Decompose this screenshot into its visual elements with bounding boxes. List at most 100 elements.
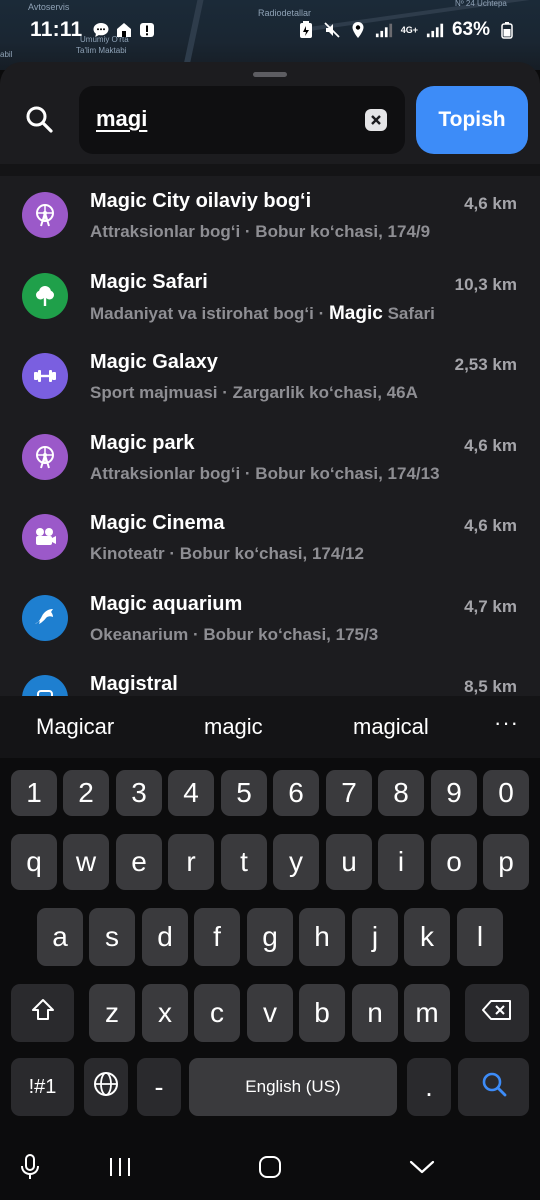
signal-icon [375, 21, 393, 39]
result-distance: 10,3 km [454, 274, 517, 294]
key[interactable]: l [457, 908, 503, 966]
key[interactable]: u [326, 834, 372, 890]
key[interactable]: g [247, 908, 293, 966]
result-subtitle: Sport majmuasi · Zargarlik ko‘chasi, 46A [90, 383, 418, 402]
key[interactable]: t [221, 834, 267, 890]
key[interactable]: 9 [431, 770, 477, 816]
backspace-key[interactable] [465, 984, 529, 1042]
location-icon [349, 21, 367, 39]
chevron-down-icon[interactable] [407, 1152, 437, 1182]
mute-icon [323, 21, 341, 39]
language-key[interactable] [84, 1058, 128, 1116]
suggestion-bar: Magicar magic magical ··· [0, 696, 540, 758]
result-item[interactable]: Magistral 8,5 km [0, 659, 540, 696]
result-title: Magic park [90, 431, 195, 454]
search-input[interactable]: magi [79, 86, 405, 154]
result-item[interactable]: Magic Galaxy 2,53 km Sport majmuasi · Za… [0, 337, 540, 418]
result-item[interactable]: Magic Safari 10,3 km Madaniyat va istiro… [0, 257, 540, 338]
result-title: Magic Cinema [90, 512, 225, 534]
key[interactable]: d [142, 908, 188, 966]
place-icon [22, 675, 68, 696]
result-title: Magic aquarium [90, 592, 243, 615]
result-distance: 4,7 km [464, 596, 517, 616]
key[interactable]: f [194, 908, 240, 966]
result-subtitle-highlight: Magic [328, 302, 383, 324]
period-key[interactable]: . [407, 1058, 451, 1116]
chat-icon [92, 21, 110, 39]
dolphin-icon [22, 594, 68, 641]
key[interactable]: o [431, 834, 477, 890]
dash-key[interactable]: - [137, 1058, 181, 1116]
network-type: 4G+ [400, 24, 418, 35]
battery-saver-icon [297, 21, 315, 39]
suggestion-item[interactable]: magic [204, 714, 263, 740]
space-key[interactable]: English (US) [189, 1058, 397, 1116]
result-distance: 2,53 km [454, 355, 517, 374]
more-suggestions-button[interactable]: ··· [494, 710, 519, 736]
result-distance: 4,6 km [464, 516, 517, 535]
key[interactable]: n [352, 984, 398, 1042]
clear-search-icon[interactable] [365, 109, 387, 131]
key[interactable]: 2 [63, 770, 109, 816]
find-button[interactable]: Topish [416, 86, 528, 154]
result-distance: 4,6 km [464, 194, 517, 213]
suggestion-item[interactable]: Magicar [36, 714, 114, 740]
key[interactable]: a [37, 908, 83, 966]
result-subtitle: Kinoteatr · Bobur ko‘chasi, 174/12 [90, 544, 364, 563]
sheet-drag-handle[interactable] [253, 72, 287, 77]
result-distance: 8,5 km [464, 677, 517, 696]
ferris-wheel-icon [22, 433, 68, 480]
key[interactable]: 0 [483, 770, 529, 816]
tree-icon [22, 272, 68, 319]
result-subtitle: Attraksionlar bog‘i · Bobur ko‘chasi, 17… [90, 222, 431, 241]
key[interactable]: p [483, 834, 529, 890]
home-icon[interactable] [255, 1152, 285, 1182]
search-key[interactable] [458, 1058, 529, 1116]
key[interactable]: y [273, 834, 319, 890]
key[interactable]: v [247, 984, 293, 1042]
search-bar: magi Topish [0, 84, 540, 156]
key[interactable]: 7 [326, 770, 372, 816]
key[interactable]: s [89, 908, 135, 966]
battery-percent: 63% [451, 19, 490, 40]
key[interactable]: j [352, 908, 398, 966]
navigation-bar [0, 1132, 540, 1200]
result-subtitle: Madaniyat va istirohat bog‘i · Magic Saf… [90, 303, 435, 325]
symbols-key[interactable]: !#1 [11, 1058, 74, 1116]
microphone-icon[interactable] [15, 1152, 45, 1182]
key[interactable]: 3 [116, 770, 162, 816]
key[interactable]: 5 [221, 770, 267, 816]
result-distance: 4,6 km [464, 435, 517, 455]
result-item[interactable]: Magic park 4,6 km Attraksionlar bog‘i · … [0, 418, 540, 499]
key[interactable]: c [194, 984, 240, 1042]
key[interactable]: 4 [168, 770, 214, 816]
key[interactable]: 1 [11, 770, 57, 816]
key[interactable]: 8 [378, 770, 424, 816]
result-subtitle-suffix: Safari [382, 303, 435, 323]
suggestion-item[interactable]: magical [353, 714, 429, 740]
recent-apps-icon[interactable] [105, 1152, 135, 1182]
key[interactable]: k [404, 908, 450, 966]
key[interactable]: b [299, 984, 345, 1042]
result-item[interactable]: Magic Cinema 4,6 km Kinoteatr · Bobur ko… [0, 498, 540, 579]
status-bar: 11:11 4G+ 63% [0, 0, 540, 60]
key[interactable]: w [63, 834, 109, 890]
result-item[interactable]: Magic aquarium 4,7 km Okeanarium · Bobur… [0, 579, 540, 660]
key[interactable]: h [299, 908, 345, 966]
search-input-value: magi [96, 106, 148, 131]
backspace-icon [481, 998, 513, 1029]
key[interactable]: q [11, 834, 57, 890]
result-subtitle: Attraksionlar bog‘i · Bobur ko‘chasi, 17… [90, 463, 440, 483]
key[interactable]: z [89, 984, 135, 1042]
key[interactable]: m [404, 984, 450, 1042]
shift-key[interactable] [11, 984, 74, 1042]
key[interactable]: i [378, 834, 424, 890]
key[interactable]: 6 [273, 770, 319, 816]
alert-icon [138, 21, 156, 39]
film-camera-icon [22, 514, 68, 560]
result-item[interactable]: Magic City oilaviy bog‘i 4,6 km Attraksi… [0, 176, 540, 257]
search-icon [24, 104, 54, 134]
key[interactable]: r [168, 834, 214, 890]
key[interactable]: x [142, 984, 188, 1042]
key[interactable]: e [116, 834, 162, 890]
